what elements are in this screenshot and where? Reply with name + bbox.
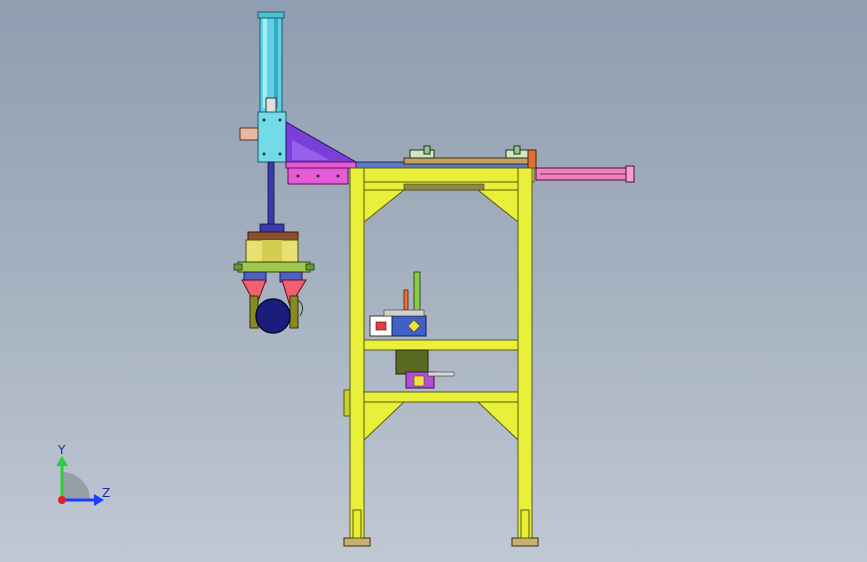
cad-viewport[interactable]: Y Z	[0, 0, 867, 562]
workpiece-disc	[255, 298, 291, 334]
triad-icon: Y Z	[56, 443, 110, 506]
triad-y-label: Y	[57, 443, 66, 457]
mount-bracket[interactable]	[285, 121, 358, 163]
gantry-frame[interactable]	[343, 167, 539, 547]
gripper-assembly[interactable]	[233, 223, 315, 334]
drive-block[interactable]	[395, 349, 455, 389]
triad-z-label: Z	[102, 486, 110, 500]
vertical-cylinder[interactable]	[239, 11, 287, 227]
beam-slot	[403, 183, 485, 191]
sensor-module[interactable]	[369, 271, 427, 337]
